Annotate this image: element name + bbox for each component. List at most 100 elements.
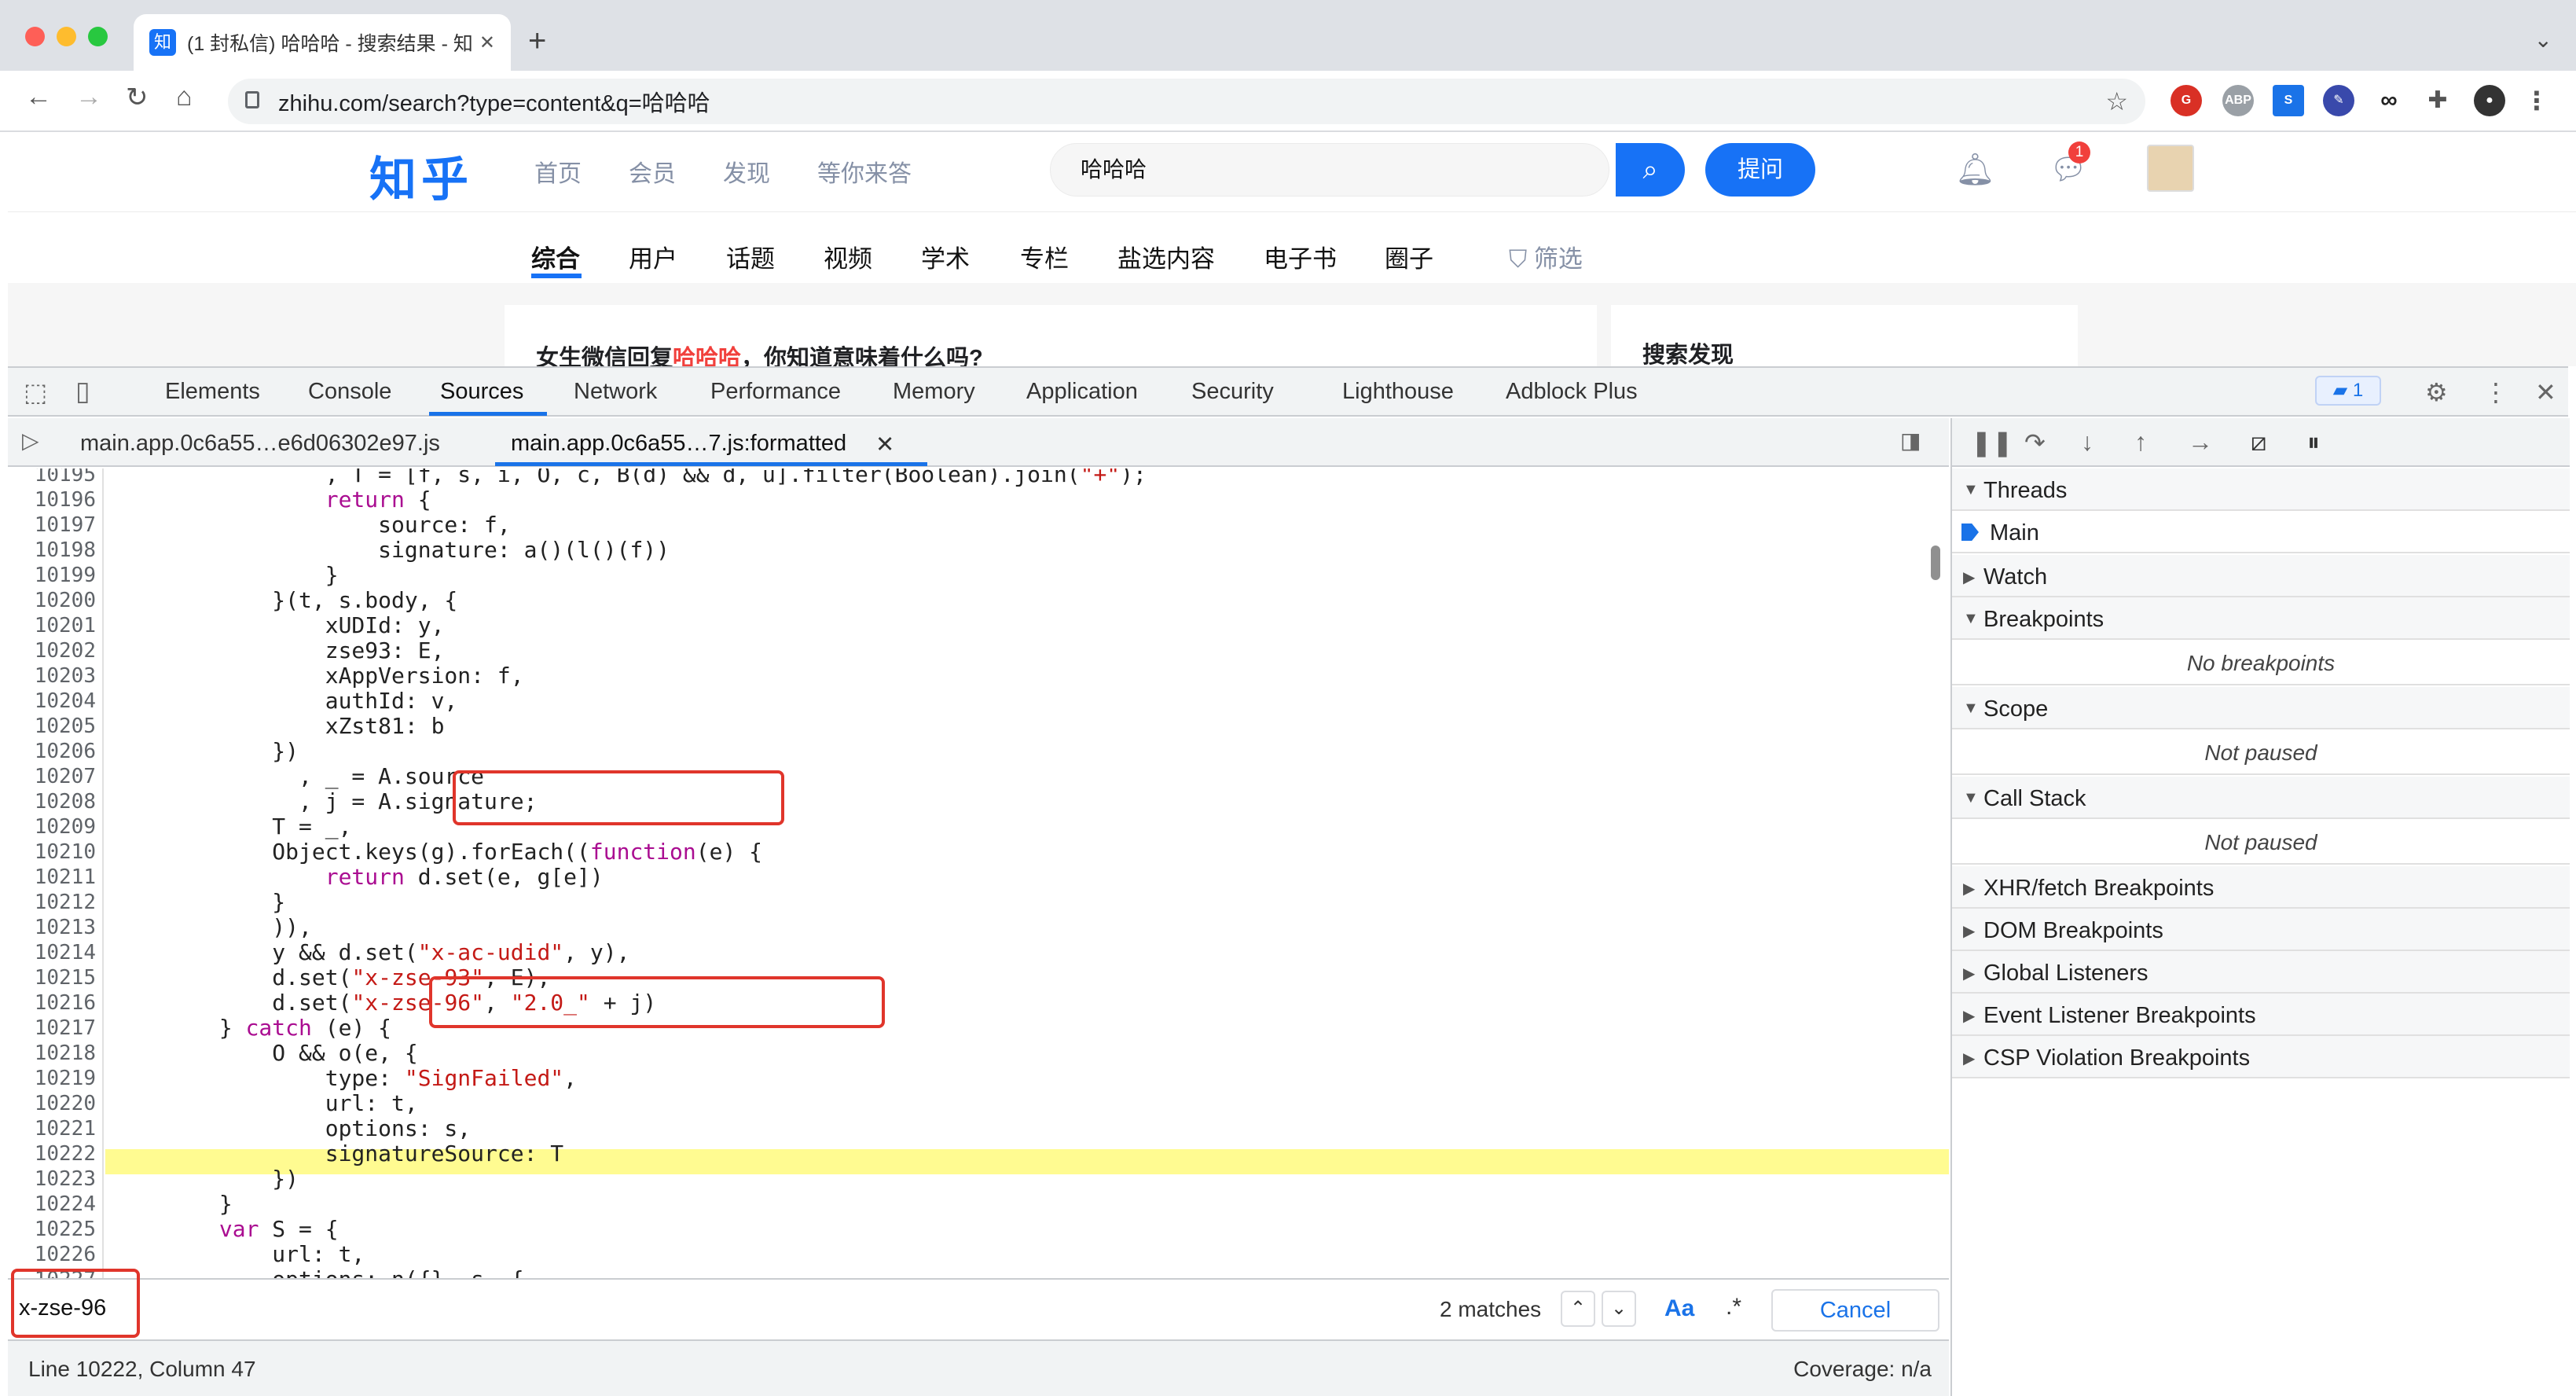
ask-button[interactable]: 提问 bbox=[1705, 143, 1815, 197]
line-number[interactable]: 10197 bbox=[8, 512, 96, 538]
line-number[interactable]: 10224 bbox=[8, 1192, 96, 1217]
line-number[interactable]: 10218 bbox=[8, 1041, 96, 1066]
line-number[interactable]: 10201 bbox=[8, 613, 96, 638]
line-number[interactable]: 10211 bbox=[8, 865, 96, 890]
extension-code-icon[interactable]: ✎ bbox=[2323, 85, 2354, 116]
zhihu-search-input[interactable]: 哈哈哈 bbox=[1050, 143, 1609, 197]
maximize-window-button[interactable] bbox=[88, 27, 108, 46]
file-tab-original[interactable]: main.app.0c6a55…e6d06302e97.js bbox=[80, 431, 440, 457]
tab-ebooks[interactable]: 电子书 bbox=[1264, 239, 1337, 274]
line-number[interactable]: 10217 bbox=[8, 1016, 96, 1041]
line-number[interactable]: 10202 bbox=[8, 638, 96, 663]
nav-vip[interactable]: 会员 bbox=[629, 154, 676, 189]
bell-icon[interactable]: 🔔︎ bbox=[1955, 151, 1995, 188]
tab-circles[interactable]: 圈子 bbox=[1385, 239, 1433, 274]
code-editor[interactable]: 10195 10196 10197 10198 10199 10200 10201 10202… bbox=[8, 468, 1949, 1278]
tab-application[interactable]: Application bbox=[1026, 379, 1138, 405]
tab-salt[interactable]: 盐选内容 bbox=[1117, 239, 1215, 274]
extension-abp-icon[interactable]: ABP bbox=[2222, 85, 2254, 116]
line-number[interactable]: 10206 bbox=[8, 739, 96, 764]
extensions-puzzle-icon[interactable]: ✚ bbox=[2422, 85, 2453, 116]
forward-arrow-icon[interactable]: → bbox=[75, 82, 102, 112]
main-thread-item[interactable]: Main bbox=[1952, 511, 2570, 553]
deactivate-breakpoints-icon[interactable]: ⧄ bbox=[2251, 428, 2266, 457]
match-case-button[interactable]: Aa bbox=[1664, 1295, 1694, 1322]
extension-link-icon[interactable]: ∞ bbox=[2373, 85, 2405, 116]
close-tab-icon[interactable]: ✕ bbox=[479, 31, 495, 54]
tab-memory[interactable]: Memory bbox=[893, 379, 975, 405]
line-number[interactable]: 10209 bbox=[8, 814, 96, 839]
tab-videos[interactable]: 视频 bbox=[824, 239, 872, 274]
xhr-breakpoints-section[interactable]: ▶ XHR/fetch Breakpoints bbox=[1952, 866, 2570, 909]
previous-match-chevron-up-icon[interactable]: ⌃ bbox=[1561, 1291, 1595, 1327]
toggle-navigator-icon[interactable]: ▷ bbox=[22, 428, 39, 454]
line-number[interactable]: 10216 bbox=[8, 990, 96, 1016]
line-number[interactable]: 10204 bbox=[8, 689, 96, 714]
address-bar[interactable]: zhihu.com/search?type=content&q=哈哈哈 ☆ bbox=[228, 79, 2145, 124]
tab-network[interactable]: Network bbox=[574, 379, 657, 405]
line-number[interactable]: 10195 bbox=[8, 468, 96, 487]
filter-button[interactable]: ⛉ 筛选 bbox=[1509, 239, 1583, 274]
line-number[interactable]: 10199 bbox=[8, 563, 96, 588]
search-icon[interactable]: ⌕ bbox=[1616, 143, 1685, 197]
line-number[interactable]: 10210 bbox=[8, 839, 96, 865]
call-stack-section[interactable]: ▼ Call Stack bbox=[1952, 777, 2570, 819]
csp-violation-breakpoints-section[interactable]: ▶ CSP Violation Breakpoints bbox=[1952, 1036, 2570, 1078]
line-number[interactable]: 10207 bbox=[8, 764, 96, 789]
tab-academic[interactable]: 学术 bbox=[921, 239, 970, 274]
line-number[interactable]: 10226 bbox=[8, 1242, 96, 1267]
next-match-chevron-down-icon[interactable]: ⌄ bbox=[1602, 1291, 1636, 1327]
tab-performance[interactable]: Performance bbox=[710, 379, 841, 405]
tab-lighthouse[interactable]: Lighthouse bbox=[1342, 379, 1454, 405]
line-number[interactable]: 10219 bbox=[8, 1066, 96, 1091]
extension-translate-icon[interactable]: G bbox=[2171, 85, 2202, 116]
global-listeners-section[interactable]: ▶ Global Listeners bbox=[1952, 951, 2570, 994]
tab-comprehensive[interactable]: 综合 bbox=[531, 239, 580, 274]
line-number[interactable]: 10214 bbox=[8, 940, 96, 965]
pause-icon[interactable]: ❚❚ bbox=[1971, 428, 2013, 457]
breakpoints-section[interactable]: ▼ Breakpoints bbox=[1952, 597, 2570, 640]
tab-columns[interactable]: 专栏 bbox=[1020, 239, 1069, 274]
line-number[interactable]: 10203 bbox=[8, 663, 96, 689]
nav-home[interactable]: 首页 bbox=[534, 154, 582, 189]
toggle-debugger-icon[interactable]: ◨ bbox=[1900, 428, 1921, 454]
line-gutter[interactable]: 10195 10196 10197 10198 10199 10200 10201 10202… bbox=[8, 468, 104, 1278]
line-number[interactable]: 10196 bbox=[8, 487, 96, 512]
tab-security[interactable]: Security bbox=[1191, 379, 1274, 405]
watch-section[interactable]: ▶ Watch bbox=[1952, 555, 2570, 597]
close-file-tab-icon[interactable]: ✕ bbox=[875, 431, 894, 458]
tab-adblock-plus[interactable]: Adblock Plus bbox=[1506, 379, 1638, 405]
file-tab-formatted[interactable]: main.app.0c6a55…7.js:formatted bbox=[511, 431, 846, 457]
pause-on-exceptions-icon[interactable]: ⏸ bbox=[2307, 428, 2320, 457]
event-listener-breakpoints-section[interactable]: ▶ Event Listener Breakpoints bbox=[1952, 994, 2570, 1036]
line-number[interactable]: 10222 bbox=[8, 1141, 96, 1166]
line-number[interactable]: 10220 bbox=[8, 1091, 96, 1116]
line-number[interactable]: 10205 bbox=[8, 714, 96, 739]
regex-button[interactable]: .* bbox=[1726, 1294, 1741, 1321]
home-icon[interactable]: ⌂ bbox=[176, 82, 193, 112]
nav-waiting[interactable]: 等你来答 bbox=[817, 154, 912, 189]
line-number[interactable]: 10221 bbox=[8, 1116, 96, 1141]
inspect-element-icon[interactable]: ⬚ bbox=[24, 377, 47, 407]
line-number[interactable]: 10198 bbox=[8, 538, 96, 563]
result-card-title[interactable]: 女生微信回复哈哈哈，你知道意味着什么吗? bbox=[505, 305, 1597, 366]
extension-s-icon[interactable]: S bbox=[2273, 85, 2304, 116]
more-options-icon[interactable]: ⋮ bbox=[2483, 377, 2508, 407]
user-avatar[interactable] bbox=[2147, 145, 2194, 192]
back-arrow-icon[interactable]: ← bbox=[25, 82, 52, 112]
close-window-button[interactable] bbox=[25, 27, 45, 46]
close-devtools-icon[interactable]: ✕ bbox=[2535, 377, 2556, 407]
line-number[interactable]: 10208 bbox=[8, 789, 96, 814]
vertical-scrollbar[interactable] bbox=[1931, 546, 1940, 580]
scope-section[interactable]: ▼ Scope bbox=[1952, 687, 2570, 729]
threads-section[interactable]: ▼ Threads bbox=[1952, 468, 2570, 511]
line-number[interactable]: 10212 bbox=[8, 890, 96, 915]
line-number[interactable]: 10200 bbox=[8, 588, 96, 613]
step-icon[interactable]: → bbox=[2188, 428, 2213, 457]
tab-search-chevron-icon[interactable]: ⌄ bbox=[2534, 27, 2552, 53]
bookmark-star-icon[interactable]: ☆ bbox=[2105, 86, 2128, 116]
tab-sources[interactable]: Sources bbox=[440, 379, 523, 405]
dom-breakpoints-section[interactable]: ▶ DOM Breakpoints bbox=[1952, 909, 2570, 951]
profile-avatar[interactable]: ● bbox=[2474, 85, 2505, 116]
tab-users[interactable]: 用户 bbox=[629, 239, 677, 274]
